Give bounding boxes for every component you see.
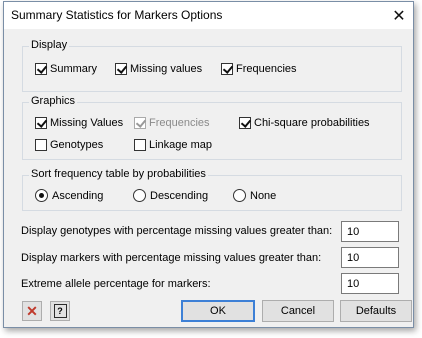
frequencies-checkbox-box[interactable] — [221, 63, 233, 75]
graphics-group-label: Graphics — [29, 95, 78, 107]
markers-missing-threshold-label: Display markers with percentage missing … — [21, 252, 322, 264]
summary-checkbox[interactable]: Summary — [35, 63, 97, 75]
display-group-label: Display — [29, 39, 70, 51]
graphics-frequencies-checkbox-box — [134, 117, 146, 129]
markers-missing-threshold-input[interactable] — [341, 247, 399, 268]
linkage-map-checkbox-box[interactable] — [134, 139, 146, 151]
frequencies-checkbox-label: Frequencies — [236, 63, 297, 75]
none-radio-circle[interactable] — [233, 189, 246, 202]
ok-button-label: OK — [210, 305, 226, 317]
missing-values-checkbox[interactable]: Missing values — [115, 63, 202, 75]
sort-group-label: Sort frequency table by probabilities — [29, 168, 208, 180]
ascending-radio-label: Ascending — [52, 189, 104, 202]
missing-values-checkbox-label: Missing values — [130, 63, 203, 75]
chi-square-probabilities-checkbox[interactable]: Chi-square probabilities — [239, 117, 370, 129]
defaults-button-label: Defaults — [355, 305, 397, 317]
help-button[interactable]: ? — [50, 301, 70, 321]
graphics-frequencies-checkbox: Frequencies — [134, 117, 210, 129]
chi-square-probabilities-checkbox-box[interactable] — [239, 117, 251, 129]
descending-radio-label: Descending — [150, 189, 209, 202]
summary-checkbox-box[interactable] — [35, 63, 47, 75]
chi-square-probabilities-label: Chi-square probabilities — [254, 117, 370, 129]
frequencies-checkbox[interactable]: Frequencies — [221, 63, 297, 75]
display-group: Display Summary Missing values Frequenci… — [22, 39, 402, 92]
help-icon: ? — [53, 304, 67, 318]
missing-values-checkbox-box[interactable] — [115, 63, 127, 75]
sort-group: Sort frequency table by probabilities As… — [22, 168, 402, 211]
ascending-radio[interactable]: Ascending — [35, 189, 103, 202]
none-radio-label: None — [250, 189, 277, 202]
extreme-allele-input[interactable] — [341, 273, 399, 294]
summary-checkbox-label: Summary — [50, 63, 98, 75]
graphics-missing-values-checkbox[interactable]: Missing Values — [35, 117, 123, 129]
graphics-missing-values-label: Missing Values — [50, 117, 124, 129]
reset-button[interactable]: ✕ — [22, 301, 42, 321]
title-bar: Summary Statistics for Markers Options ✕ — [4, 2, 413, 29]
linkage-map-checkbox[interactable]: Linkage map — [134, 139, 212, 151]
descending-radio-circle[interactable] — [133, 189, 146, 202]
ascending-radio-circle[interactable] — [35, 189, 48, 202]
ok-button[interactable]: OK — [181, 300, 255, 322]
extreme-allele-label: Extreme allele percentage for markers: — [21, 278, 211, 290]
dialog-window: Summary Statistics for Markers Options ✕… — [3, 1, 414, 328]
linkage-map-label: Linkage map — [149, 139, 212, 151]
none-radio[interactable]: None — [233, 189, 276, 202]
genotypes-missing-threshold-label: Display genotypes with percentage missin… — [21, 225, 333, 237]
descending-radio[interactable]: Descending — [133, 189, 208, 202]
genotypes-checkbox-box[interactable] — [35, 139, 47, 151]
window-title: Summary Statistics for Markers Options — [11, 8, 223, 22]
cancel-button-label: Cancel — [280, 305, 316, 317]
reset-x-icon: ✕ — [26, 303, 38, 319]
cancel-button[interactable]: Cancel — [262, 300, 334, 322]
genotypes-missing-threshold-input[interactable] — [341, 221, 399, 242]
graphics-frequencies-label: Frequencies — [149, 117, 210, 129]
genotypes-checkbox[interactable]: Genotypes — [35, 139, 103, 151]
genotypes-label: Genotypes — [50, 139, 104, 151]
defaults-button[interactable]: Defaults — [340, 300, 412, 322]
close-icon[interactable]: ✕ — [385, 2, 413, 29]
graphics-missing-values-checkbox-box[interactable] — [35, 117, 47, 129]
graphics-group: Graphics Missing Values Frequencies Chi-… — [22, 95, 402, 160]
